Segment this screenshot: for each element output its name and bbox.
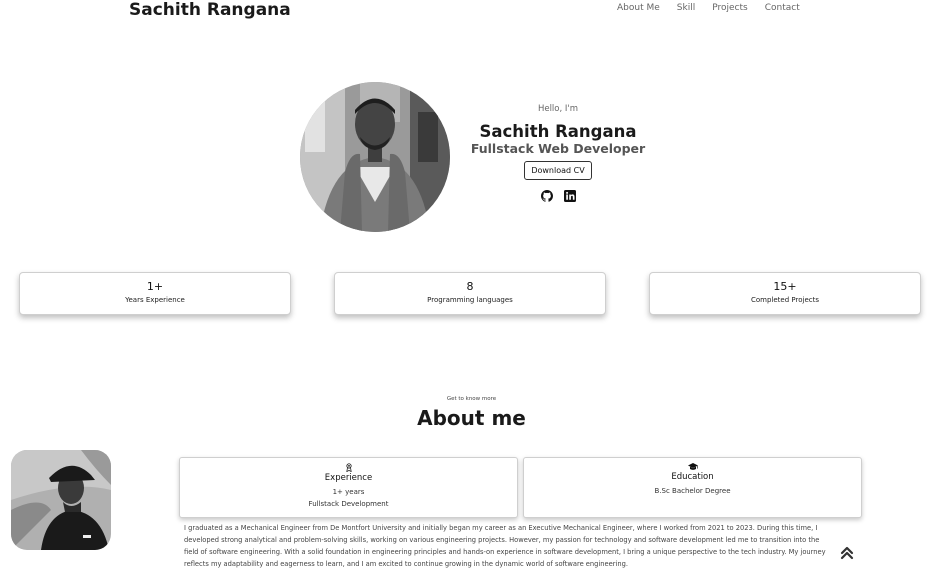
stat-card-projects: 15+ Completed Projects (649, 272, 921, 315)
nav-about-me[interactable]: About Me (617, 3, 660, 13)
brand-logo-text[interactable]: Sachith Rangana (129, 0, 291, 20)
about-photo (11, 450, 111, 550)
download-cv-button[interactable]: Download CV (524, 161, 592, 180)
linkedin-icon[interactable] (563, 189, 576, 202)
top-nav: About Me Skill Projects Contact (617, 3, 800, 13)
stat-card-experience: 1+ Years Experience (19, 272, 291, 315)
stat-value: 15+ (773, 280, 797, 293)
about-bio: I graduated as a Mechanical Engineer fro… (184, 524, 826, 568)
profile-photo (300, 82, 450, 232)
stat-value: 1+ (146, 280, 164, 293)
card-line: 1+ years (332, 488, 365, 496)
stat-value: 8 (466, 280, 474, 293)
stat-label: Completed Projects (750, 296, 819, 304)
stat-label: Years Experience (125, 296, 185, 304)
nav-skill[interactable]: Skill (677, 3, 695, 13)
nav-contact[interactable]: Contact (765, 3, 800, 13)
card-title: Experience (324, 473, 373, 483)
github-icon[interactable] (540, 189, 553, 202)
about-eyebrow: Get to know more (446, 396, 497, 402)
graduation-cap-icon (687, 463, 698, 470)
card-line: Fullstack Development (308, 500, 389, 508)
experience-card: Experience 1+ years Fullstack Developmen… (179, 457, 518, 518)
award-icon (345, 463, 352, 472)
scroll-to-top-icon[interactable] (840, 545, 854, 561)
hero-name: Sachith Rangana (479, 122, 637, 141)
hero-intro: Hello, I'm Sachith Rangana Fullstack Web… (458, 104, 658, 202)
hero-role: Fullstack Web Developer (470, 141, 646, 156)
social-links (458, 189, 658, 202)
stat-card-languages: 8 Programming languages (334, 272, 606, 315)
about-title: About me (417, 406, 526, 430)
card-title: Education (671, 472, 714, 482)
card-line: B.Sc Bachelor Degree (654, 487, 731, 495)
nav-projects[interactable]: Projects (712, 3, 747, 13)
education-card: Education B.Sc Bachelor Degree (523, 457, 862, 518)
stat-label: Programming languages (427, 296, 513, 304)
hero-greeting: Hello, I'm (537, 104, 579, 114)
